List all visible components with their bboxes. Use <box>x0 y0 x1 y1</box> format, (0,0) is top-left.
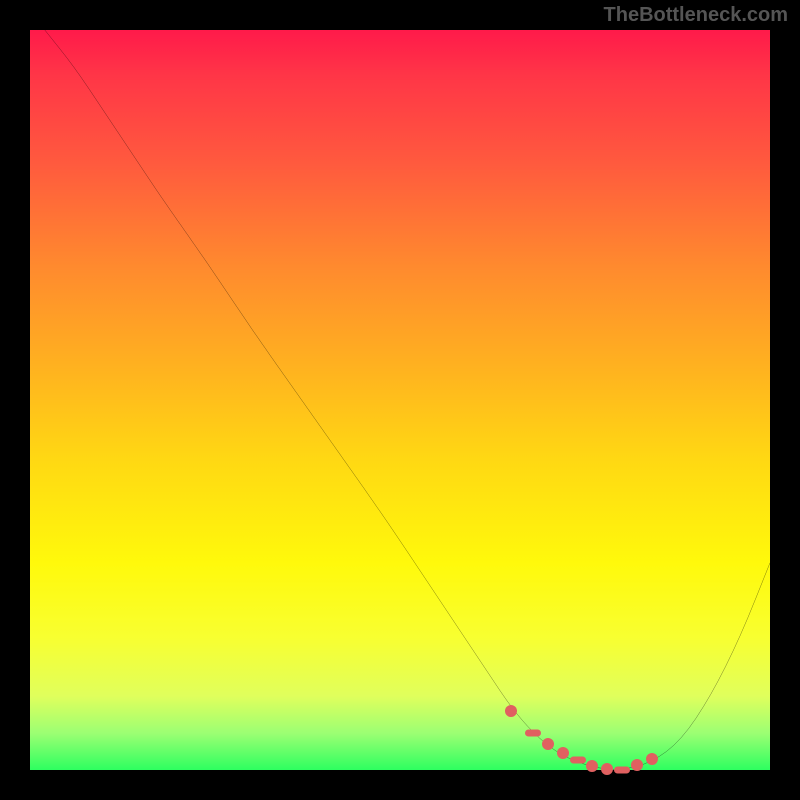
marker-point <box>646 753 658 765</box>
marker-point <box>586 760 598 772</box>
marker-point <box>557 747 569 759</box>
marker-point <box>505 705 517 717</box>
watermark-text: TheBottleneck.com <box>604 4 788 27</box>
marker-point <box>614 767 630 774</box>
plot-area <box>30 30 770 770</box>
marker-point <box>542 738 554 750</box>
marker-point <box>525 730 541 737</box>
bottleneck-curve <box>30 30 770 770</box>
marker-point <box>570 757 586 764</box>
marker-point <box>601 763 613 775</box>
marker-point <box>631 759 643 771</box>
